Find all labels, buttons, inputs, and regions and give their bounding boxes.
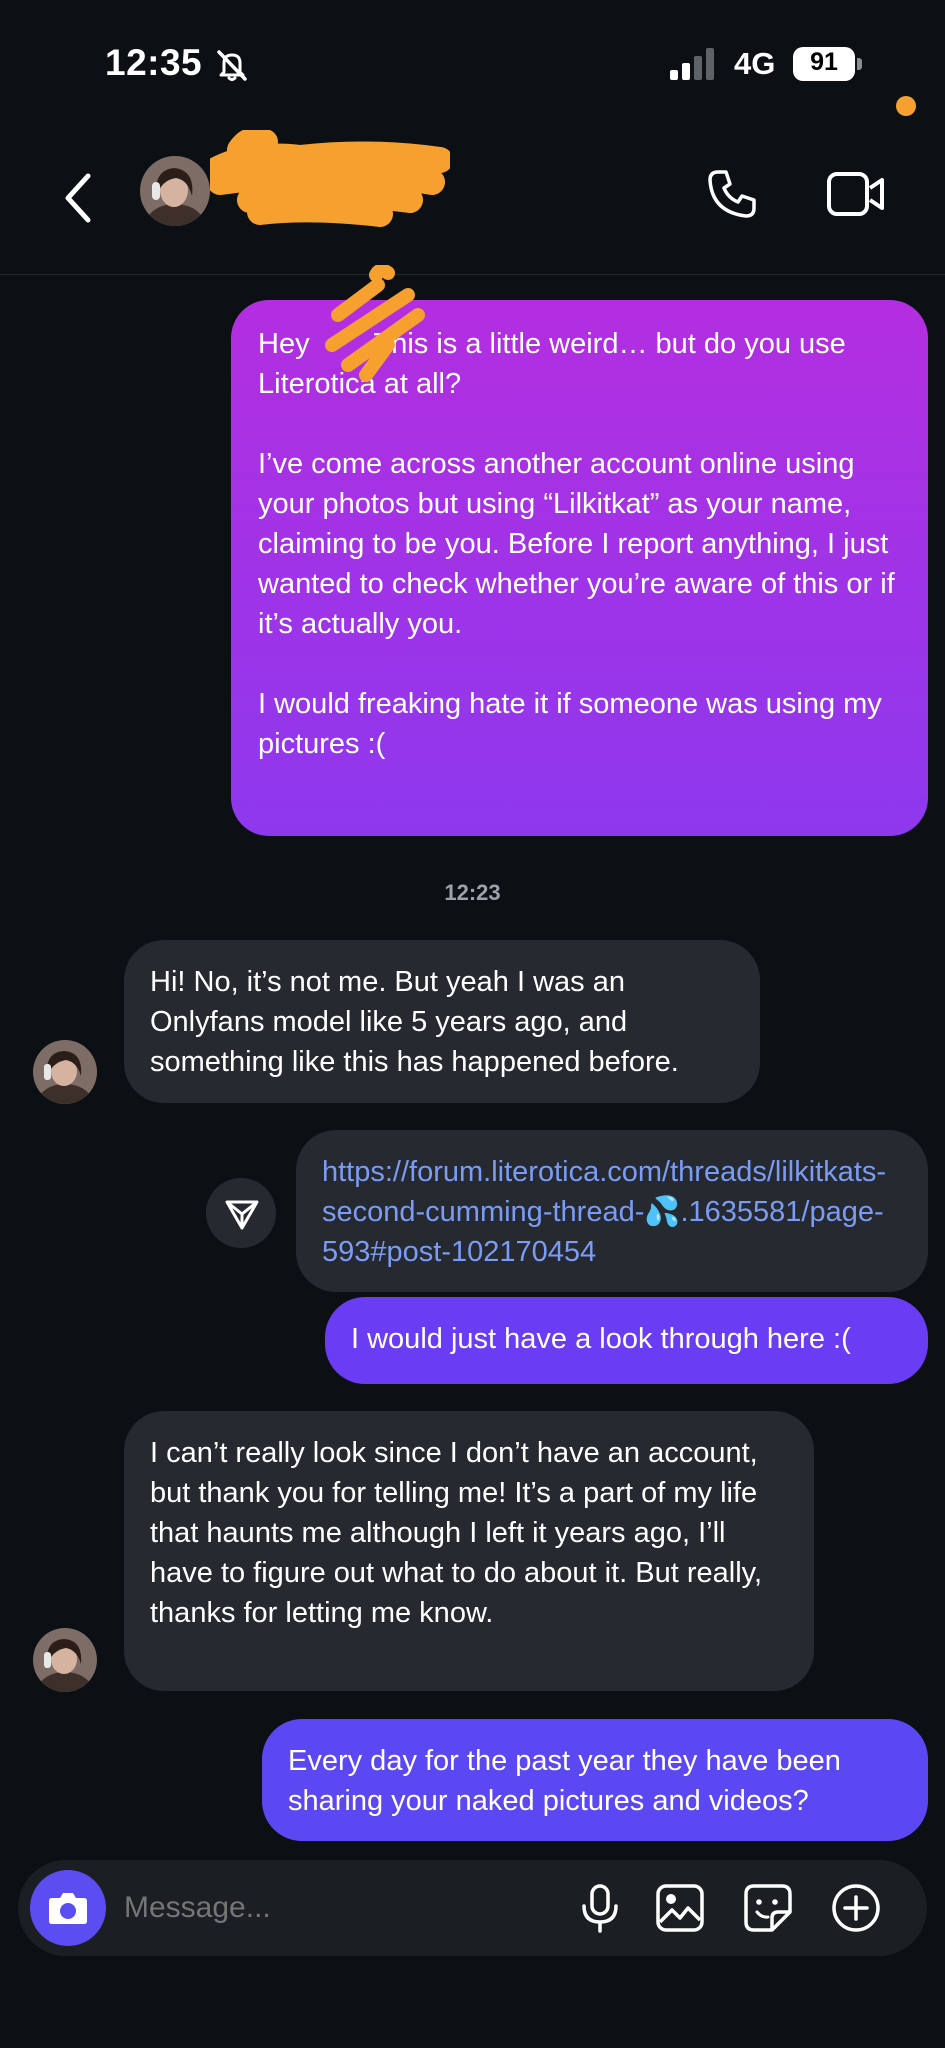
avatar[interactable] — [140, 156, 210, 226]
message-bubble-outgoing[interactable]: I would just have a look through here :( — [325, 1297, 928, 1384]
avatar[interactable] — [33, 1628, 97, 1692]
status-bar: 12:35 4G 91 — [0, 0, 945, 130]
privacy-indicator-dot — [896, 96, 916, 116]
timestamp: 12:23 — [444, 880, 501, 905]
message-bubble-incoming[interactable]: Hi! No, it’s not me. But yeah I was an O… — [124, 940, 760, 1103]
signal-icon — [670, 48, 714, 80]
camera-button[interactable] — [30, 1870, 106, 1946]
back-chevron-icon[interactable] — [58, 168, 102, 228]
share-icon — [225, 1200, 259, 1230]
bell-slash-icon — [217, 50, 247, 81]
sticker-icon[interactable] — [742, 1882, 794, 1934]
message-bubble-outgoing[interactable]: Every day for the past year they have be… — [262, 1719, 928, 1841]
battery-icon: 91 — [793, 47, 863, 81]
message-composer — [18, 1860, 927, 1956]
camera-icon — [49, 1893, 87, 1924]
microphone-icon[interactable] — [574, 1882, 626, 1934]
status-time: 12:35 — [105, 42, 203, 83]
share-button[interactable] — [206, 1178, 276, 1248]
chat-header — [0, 130, 945, 275]
link-message-bubble[interactable]: https://forum.literotica.com/threads/lil… — [296, 1130, 928, 1292]
avatar[interactable] — [33, 1040, 97, 1104]
redaction-scribble — [325, 265, 425, 382]
gallery-icon[interactable] — [654, 1882, 706, 1934]
redaction-scribble — [210, 130, 450, 227]
phone-icon[interactable] — [704, 166, 760, 222]
message-bubble-incoming[interactable]: I can’t really look since I don’t have a… — [124, 1411, 814, 1691]
battery-level: 91 — [810, 48, 838, 76]
message-input[interactable] — [124, 1882, 544, 1934]
network-type: 4G — [734, 46, 776, 81]
plus-icon[interactable] — [830, 1882, 882, 1934]
video-camera-icon[interactable] — [826, 168, 886, 220]
